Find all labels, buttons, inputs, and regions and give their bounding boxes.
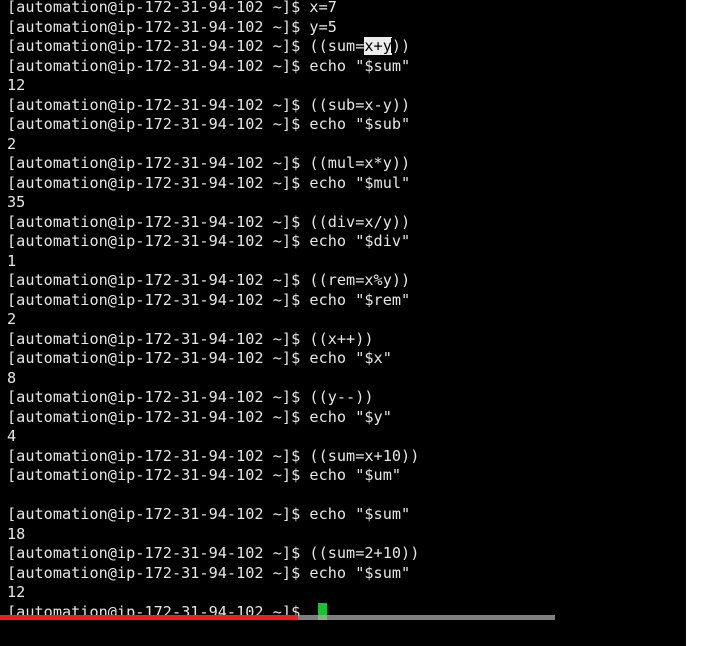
shell-prompt: [automation@ip-172-31-94-102 ~]$ xyxy=(7,271,310,289)
command-line: [automation@ip-172-31-94-102 ~]$ ((sub=x… xyxy=(7,96,686,116)
window-edge xyxy=(686,0,702,646)
output-line: 8 xyxy=(7,369,686,389)
output-line: 35 xyxy=(7,193,686,213)
command-line: [automation@ip-172-31-94-102 ~]$ ((div=x… xyxy=(7,213,686,233)
command-line: [automation@ip-172-31-94-102 ~]$ ((sum=2… xyxy=(7,544,686,564)
command-text: )) xyxy=(391,37,411,55)
shell-prompt: [automation@ip-172-31-94-102 ~]$ xyxy=(7,446,310,465)
command-text: ((sub=x-y)) xyxy=(309,95,411,114)
command-line: [automation@ip-172-31-94-102 ~]$ ((rem=x… xyxy=(7,271,686,291)
command-line: [automation@ip-172-31-94-102 ~]$ echo "$… xyxy=(7,349,686,369)
shell-prompt: [automation@ip-172-31-94-102 ~]$ xyxy=(7,544,310,562)
command-text: ((y--)) xyxy=(309,388,374,406)
command-line: [automation@ip-172-31-94-102 ~]$ echo "$… xyxy=(7,505,686,525)
shell-prompt: [automation@ip-172-31-94-102 ~]$ xyxy=(7,349,310,367)
command-text: ((rem=x%y)) xyxy=(309,271,411,289)
output-line: 2 xyxy=(7,135,686,155)
shell-prompt: [automation@ip-172-31-94-102 ~]$ xyxy=(7,388,310,406)
shell-prompt: [automation@ip-172-31-94-102 ~]$ xyxy=(7,290,310,309)
command-text: ((sum= xyxy=(309,37,365,55)
command-line: [automation@ip-172-31-94-102 ~]$ ((x++)) xyxy=(7,330,686,350)
output-line: 12 xyxy=(7,583,686,603)
shell-prompt: [automation@ip-172-31-94-102 ~]$ xyxy=(7,37,310,55)
shell-prompt: [automation@ip-172-31-94-102 ~]$ xyxy=(7,466,310,484)
active-prompt-line: [automation@ip-172-31-94-102 ~]$ xyxy=(7,602,686,623)
command-line: [automation@ip-172-31-94-102 ~]$ y=5 xyxy=(7,18,686,38)
command-text: y=5 xyxy=(309,17,337,36)
output-text: 35 xyxy=(7,193,26,211)
shell-prompt: [automation@ip-172-31-94-102 ~]$ xyxy=(7,563,310,582)
shell-prompt: [automation@ip-172-31-94-102 ~]$ xyxy=(7,56,310,75)
output-text: 12 xyxy=(7,76,26,94)
selected-text: x+y xyxy=(364,37,392,55)
command-text: echo "$rem" xyxy=(309,290,411,309)
shell-prompt: [automation@ip-172-31-94-102 ~]$ xyxy=(7,505,310,523)
shell-prompt: [automation@ip-172-31-94-102 ~]$ xyxy=(7,95,310,114)
command-line: [automation@ip-172-31-94-102 ~]$ echo "$… xyxy=(7,115,686,135)
command-line: [automation@ip-172-31-94-102 ~]$ echo "$… xyxy=(7,466,686,486)
command-text: ((sum=2+10)) xyxy=(309,544,420,562)
command-text: echo "$sub" xyxy=(309,115,411,133)
output-text: 8 xyxy=(7,368,17,387)
command-text: ((x++)) xyxy=(309,329,374,348)
command-text: echo "$x" xyxy=(309,349,392,367)
command-line: [automation@ip-172-31-94-102 ~]$ echo "$… xyxy=(7,174,686,194)
output-text: 2 xyxy=(7,310,17,328)
command-text: echo "$um" xyxy=(309,466,402,484)
terminal-window[interactable]: [automation@ip-172-31-94-102 ~]$ x=7 [aut… xyxy=(0,0,686,646)
command-text: echo "$sum" xyxy=(309,56,411,75)
command-line: [automation@ip-172-31-94-102 ~]$ echo "$… xyxy=(7,232,686,252)
terminal-cursor xyxy=(318,602,328,620)
output-text: 1 xyxy=(7,251,17,270)
command-line: [automation@ip-172-31-94-102 ~]$ echo "$… xyxy=(7,564,686,584)
command-line: [automation@ip-172-31-94-102 ~]$ echo "$… xyxy=(7,408,686,428)
terminal-output[interactable]: [automation@ip-172-31-94-102 ~]$ x=7 [aut… xyxy=(7,0,686,622)
command-line: [automation@ip-172-31-94-102 ~]$ ((sum=x… xyxy=(7,37,686,57)
command-line: [automation@ip-172-31-94-102 ~]$ echo "$… xyxy=(7,291,686,311)
command-line: [automation@ip-172-31-94-102 ~]$ ((sum=x… xyxy=(7,447,686,467)
shell-prompt: [automation@ip-172-31-94-102 ~]$ xyxy=(7,232,310,250)
command-text: echo "$mul" xyxy=(309,173,411,192)
output-text: 2 xyxy=(7,134,17,153)
command-text: echo "$sum" xyxy=(309,563,411,582)
output-text: 4 xyxy=(7,427,17,445)
output-text: 18 xyxy=(7,524,26,543)
command-line: [automation@ip-172-31-94-102 ~]$ x=7 xyxy=(7,0,686,18)
output-line: 1 xyxy=(7,252,686,272)
command-text: echo "$y" xyxy=(309,407,392,426)
shell-prompt: [automation@ip-172-31-94-102 ~]$ xyxy=(7,329,310,348)
command-text: echo "$div" xyxy=(309,232,411,250)
command-line: [automation@ip-172-31-94-102 ~]$ ((mul=x… xyxy=(7,154,686,174)
command-text: echo "$sum" xyxy=(309,505,411,523)
shell-prompt: [automation@ip-172-31-94-102 ~]$ xyxy=(7,154,310,172)
shell-prompt: [automation@ip-172-31-94-102 ~]$ xyxy=(7,212,310,231)
shell-prompt: [automation@ip-172-31-94-102 ~]$ xyxy=(7,407,310,426)
shell-prompt: [automation@ip-172-31-94-102 ~]$ xyxy=(7,17,310,36)
output-line: 12 xyxy=(7,76,686,96)
command-line: [automation@ip-172-31-94-102 ~]$ ((y--)) xyxy=(7,388,686,408)
output-text: 12 xyxy=(7,583,26,601)
command-line: [automation@ip-172-31-94-102 ~]$ echo "$… xyxy=(7,57,686,77)
output-line: 4 xyxy=(7,427,686,447)
command-text: ((mul=x*y)) xyxy=(309,154,411,172)
command-text: ((sum=x+10)) xyxy=(309,446,420,465)
command-text: ((div=x/y)) xyxy=(309,212,411,231)
shell-prompt: [automation@ip-172-31-94-102 ~]$ xyxy=(7,173,310,192)
shell-prompt: [automation@ip-172-31-94-102 ~]$ xyxy=(7,0,310,16)
shell-prompt: [automation@ip-172-31-94-102 ~]$ xyxy=(7,602,310,621)
command-text: x=7 xyxy=(309,0,337,16)
output-line: 2 xyxy=(7,310,686,330)
shell-prompt: [automation@ip-172-31-94-102 ~]$ xyxy=(7,115,310,133)
output-line: 18 xyxy=(7,525,686,545)
